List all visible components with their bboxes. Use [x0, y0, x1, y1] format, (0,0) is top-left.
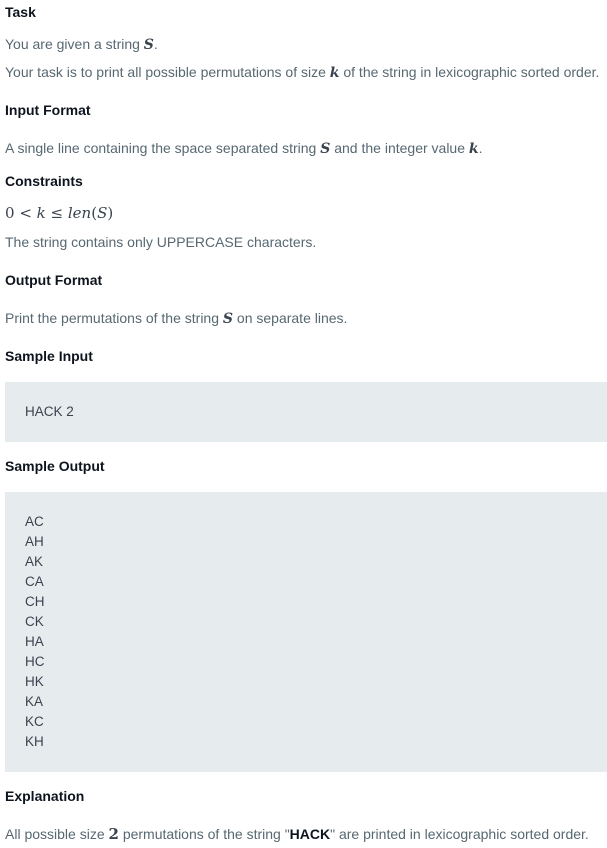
- math-le: ≤: [45, 204, 68, 222]
- explanation-post: " are printed in lexicographic sorted or…: [330, 826, 589, 842]
- var-s: S: [320, 141, 331, 157]
- task-line-1: You are given a string S.: [5, 35, 158, 54]
- sample-output-heading: Sample Output: [5, 458, 105, 474]
- output-format-post: on separate lines.: [233, 310, 348, 326]
- sample-output-line: CA: [25, 574, 44, 589]
- sample-output-line: HA: [25, 634, 44, 649]
- explanation-word: HACK: [289, 826, 331, 842]
- output-format-pre: Print the permutations of the string: [5, 310, 223, 326]
- explanation-mid: permutations of the string ": [118, 826, 290, 842]
- explanation-num: 2: [108, 825, 119, 843]
- var-s: S: [222, 311, 234, 327]
- constraints-math: 0 < k ≤ len(S): [5, 204, 113, 223]
- sample-output-line: AH: [25, 534, 44, 549]
- math-lt: <: [14, 204, 37, 222]
- input-format-text: A single line containing the space separ…: [5, 139, 482, 158]
- sample-output-line: KA: [25, 694, 44, 709]
- sample-input-block: HACK 2: [5, 382, 607, 442]
- constraints-note: The string contains only UPPERCASE chara…: [5, 234, 317, 250]
- var-k: k: [468, 141, 479, 157]
- output-format-text: Print the permutations of the string S o…: [5, 309, 347, 328]
- math-close: ): [107, 204, 114, 222]
- sample-output-line: CH: [25, 594, 45, 609]
- task-line-1-post: .: [153, 36, 158, 52]
- math-k: k: [36, 204, 46, 222]
- constraints-heading: Constraints: [5, 173, 83, 189]
- input-format-heading: Input Format: [5, 102, 91, 118]
- sample-output-block: AC AH AK CA CH CK HA HC HK KA KC KH: [5, 492, 607, 772]
- explanation-text: All possible size 2 permutations of the …: [5, 825, 589, 843]
- task-line-2: Your task is to print all possible permu…: [5, 63, 599, 82]
- sample-output-line: KH: [25, 734, 44, 749]
- input-format-post: .: [478, 140, 483, 156]
- sample-output-line: AK: [25, 554, 44, 569]
- sample-input-line: HACK 2: [25, 404, 74, 419]
- task-heading: Task: [5, 4, 36, 20]
- sample-output-line: HC: [25, 654, 45, 669]
- sample-output-line: CK: [25, 614, 44, 629]
- input-format-pre: A single line containing the space separ…: [5, 140, 321, 156]
- var-s: S: [143, 37, 154, 53]
- output-format-heading: Output Format: [5, 272, 103, 288]
- math-len: len: [67, 204, 92, 222]
- math-zero: 0: [5, 204, 15, 222]
- task-line-2-post: of the string in lexicographic sorted or…: [339, 64, 600, 80]
- sample-output-line: KC: [25, 714, 44, 729]
- var-k: k: [329, 65, 340, 81]
- task-line-1-pre: You are given a string: [5, 36, 144, 52]
- math-s: S: [97, 204, 108, 222]
- sample-input-heading: Sample Input: [5, 348, 93, 364]
- input-format-mid: and the integer value: [330, 140, 469, 156]
- explanation-pre: All possible size: [5, 826, 109, 842]
- task-line-2-pre: Your task is to print all possible permu…: [5, 64, 330, 80]
- sample-output-line: HK: [25, 674, 44, 689]
- sample-output-line: AC: [25, 514, 44, 529]
- explanation-heading: Explanation: [5, 788, 85, 804]
